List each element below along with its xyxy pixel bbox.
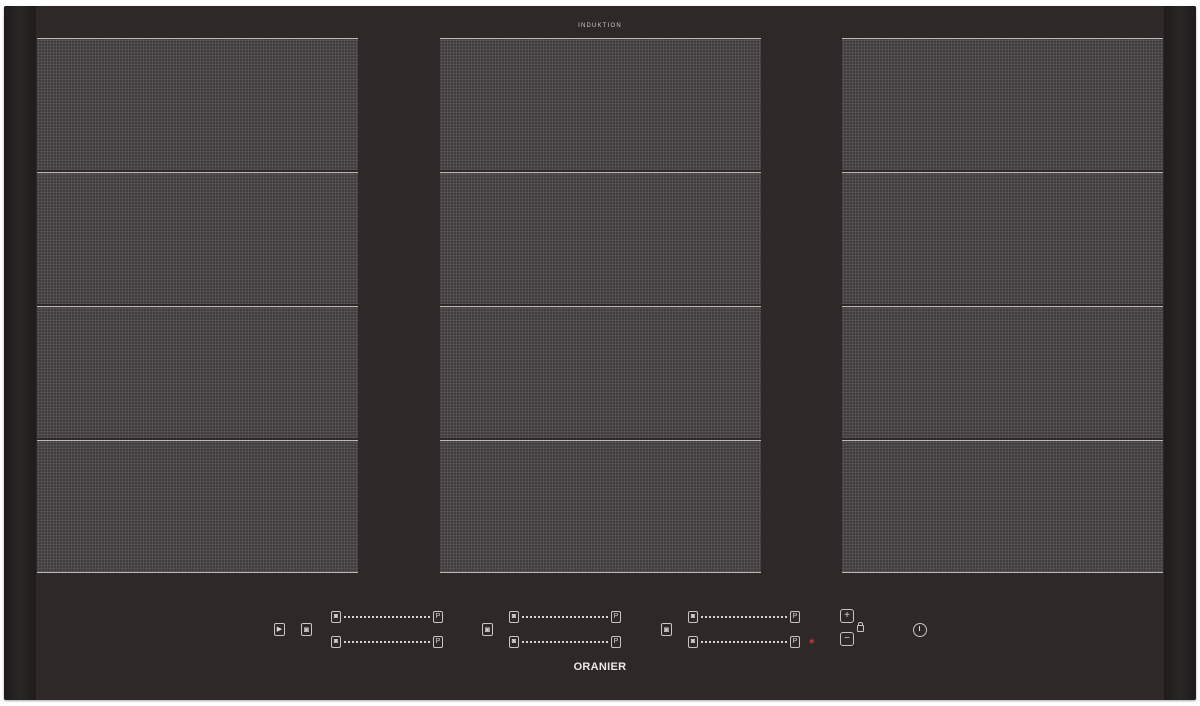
right-cooking-zone-column xyxy=(842,38,1163,574)
hot-indicator-icon: ∗ xyxy=(808,636,816,646)
slider-track[interactable] xyxy=(344,641,430,643)
cooking-zone[interactable] xyxy=(440,38,761,170)
slider-minus-key[interactable]: ◙ xyxy=(509,636,519,648)
slider-minus-key[interactable]: ◙ xyxy=(331,636,341,648)
zone-select-key-left[interactable]: ◙ xyxy=(301,623,312,636)
power-slider-right-top[interactable]: ◙ P xyxy=(688,611,800,623)
left-cooking-zone-column xyxy=(37,38,358,574)
touch-control-panel: ▶ ◙ ◙ P ◙ P ◙ ◙ P ◙ P ◙ ◙ P ◙ P ∗ + − xyxy=(4,602,1196,652)
center-cooking-zone-column xyxy=(440,38,761,574)
power-slider-right-bottom[interactable]: ◙ P xyxy=(688,636,800,648)
slider-track[interactable] xyxy=(701,641,787,643)
cooking-zone[interactable] xyxy=(37,172,358,304)
slider-plus-key[interactable]: P xyxy=(611,611,621,623)
slider-track[interactable] xyxy=(344,616,430,618)
cooking-zone[interactable] xyxy=(37,306,358,438)
lock-icon[interactable] xyxy=(857,622,864,632)
plus-button[interactable]: + xyxy=(840,609,854,623)
power-icon[interactable] xyxy=(913,623,927,637)
slider-track[interactable] xyxy=(701,616,787,618)
minus-button[interactable]: − xyxy=(840,632,854,646)
cooking-zone[interactable] xyxy=(440,306,761,438)
right-side-trim xyxy=(1164,6,1196,700)
cooking-zone[interactable] xyxy=(842,440,1163,573)
cooking-zone[interactable] xyxy=(842,306,1163,438)
slider-minus-key[interactable]: ◙ xyxy=(509,611,519,623)
cooking-zone[interactable] xyxy=(842,172,1163,304)
power-slider-left-bottom[interactable]: ◙ P xyxy=(331,636,443,648)
slider-plus-key[interactable]: P xyxy=(611,636,621,648)
slider-track[interactable] xyxy=(522,616,608,618)
cooking-zone[interactable] xyxy=(37,38,358,170)
power-slider-left-top[interactable]: ◙ P xyxy=(331,611,443,623)
play-icon[interactable]: ▶ xyxy=(274,623,285,636)
cooking-zone[interactable] xyxy=(842,38,1163,170)
zone-select-key-center[interactable]: ◙ xyxy=(482,623,493,636)
cooking-zone[interactable] xyxy=(440,440,761,573)
cooktop-surface: INDUKTION ▶ ◙ ◙ P ◙ P ◙ ◙ P ◙ P ◙ ◙ P ◙ … xyxy=(4,6,1196,700)
slider-plus-key[interactable]: P xyxy=(790,636,800,648)
zone-select-key-right[interactable]: ◙ xyxy=(661,623,672,636)
slider-plus-key[interactable]: P xyxy=(433,611,443,623)
left-side-trim xyxy=(4,6,36,700)
induktion-label: INDUKTION xyxy=(578,23,622,29)
power-slider-center-bottom[interactable]: ◙ P xyxy=(509,636,621,648)
slider-plus-key[interactable]: P xyxy=(790,611,800,623)
slider-track[interactable] xyxy=(522,641,608,643)
slider-minus-key[interactable]: ◙ xyxy=(688,636,698,648)
power-slider-center-top[interactable]: ◙ P xyxy=(509,611,621,623)
slider-minus-key[interactable]: ◙ xyxy=(331,611,341,623)
slider-plus-key[interactable]: P xyxy=(433,636,443,648)
cooking-zone[interactable] xyxy=(440,172,761,304)
slider-minus-key[interactable]: ◙ xyxy=(688,611,698,623)
cooking-zone[interactable] xyxy=(37,440,358,573)
brand-logo: ORANIER xyxy=(573,661,627,673)
